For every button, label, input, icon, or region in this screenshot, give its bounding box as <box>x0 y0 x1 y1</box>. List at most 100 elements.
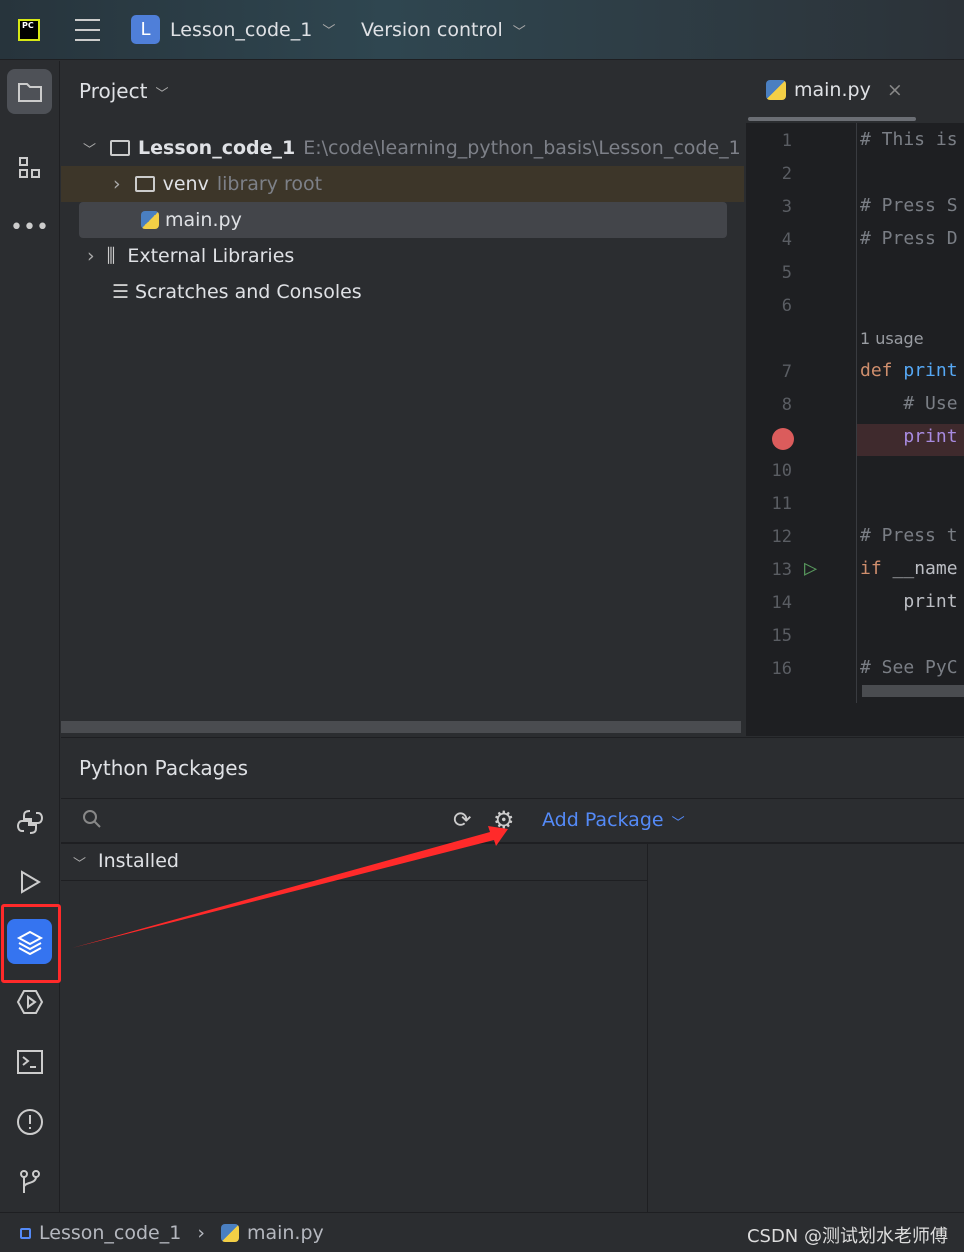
code-line: # See PyC <box>860 657 958 678</box>
installed-group[interactable]: ﹀ Installed <box>73 850 179 872</box>
editor: main.py × 1 # This is 2 3 # Press S 4 # Press … <box>746 61 964 736</box>
services-icon <box>16 989 43 1014</box>
close-icon[interactable]: × <box>887 79 903 101</box>
breakpoint-icon[interactable] <box>772 428 794 450</box>
chevron-down-icon: ﹀ <box>512 24 526 40</box>
chevron-right-icon: › <box>113 173 121 195</box>
services-button[interactable] <box>7 979 52 1024</box>
editor-scrollbar[interactable] <box>862 685 964 697</box>
panel-title: Project <box>79 79 148 103</box>
project-selector[interactable]: L Lesson_code_1 ﹀ <box>131 15 335 44</box>
tree-hint: E:\code\learning_python_basis\Lesson_cod… <box>303 137 741 159</box>
git-button[interactable] <box>7 1159 52 1204</box>
run-button[interactable] <box>7 859 52 904</box>
code-text: # Press t <box>860 525 958 546</box>
project-view-selector[interactable]: Project ﹀ <box>79 79 168 103</box>
python-file-icon <box>141 211 159 229</box>
code-line: # Press S <box>860 195 958 216</box>
code-line: # This is <box>860 129 958 150</box>
code-text: __name <box>892 558 958 579</box>
folder-icon <box>110 140 131 156</box>
line-number: 3 <box>781 197 792 217</box>
tree-item-project-root[interactable]: ﹀ Lesson_code_1 E:\code\learning_python_… <box>83 130 741 166</box>
chevron-down-icon: ﹀ <box>671 816 685 831</box>
line-number: 10 <box>771 461 792 481</box>
tree-label: External Libraries <box>127 245 295 267</box>
line-number: 12 <box>771 527 792 547</box>
chevron-right-icon: › <box>197 1222 205 1244</box>
scratches-icon: ☰ <box>112 281 130 303</box>
tree-item-venv[interactable]: › venv library root <box>61 166 744 202</box>
add-package-button[interactable]: Add Package ﹀ <box>542 809 685 831</box>
breadcrumb-file[interactable]: main.py <box>247 1222 324 1244</box>
tree-item-external-libraries[interactable]: › ⫼ External Libraries <box>87 238 294 274</box>
terminal-button[interactable] <box>7 1039 52 1084</box>
layers-icon <box>16 930 43 955</box>
code-line: print <box>860 591 958 612</box>
chevron-down-icon: ﹀ <box>73 857 87 872</box>
breadcrumb-project[interactable]: Lesson_code_1 <box>39 1222 181 1244</box>
python-file-icon <box>220 1224 239 1242</box>
code-text: # Press S <box>860 195 958 216</box>
folder-icon <box>17 82 42 102</box>
problems-button[interactable] <box>7 1099 52 1144</box>
line-number: 6 <box>781 296 792 316</box>
project-panel: Project ﹀ ﹀ Lesson_code_1 E:\code\learnin… <box>61 61 744 736</box>
editor-tab-main-py[interactable]: main.py × <box>766 79 903 101</box>
chevron-down-icon: ﹀ <box>155 87 169 102</box>
code-text: print <box>860 591 958 612</box>
installed-label: Installed <box>98 850 179 872</box>
code-line: def print <box>860 360 958 381</box>
line-number: 4 <box>781 230 792 250</box>
line-number: 8 <box>781 395 792 415</box>
run-icon <box>20 869 41 894</box>
breadcrumb: Lesson_code_1 › main.py <box>20 1222 324 1244</box>
tree-label: venv <box>162 173 209 195</box>
line-number: 5 <box>781 263 792 283</box>
watermark: CSDN @测试划水老师傅 <box>746 1226 948 1247</box>
line-number: 11 <box>771 494 792 514</box>
hamburger-icon[interactable] <box>75 19 100 41</box>
tree-hint: library root <box>216 173 323 195</box>
tree-item-scratches[interactable]: ☰ Scratches and Consoles <box>112 274 362 310</box>
code-text: # Press D <box>860 228 958 249</box>
python-packages-button[interactable] <box>7 919 52 964</box>
code-line: # Press D <box>860 228 958 249</box>
problems-icon <box>16 1108 43 1135</box>
line-number: 15 <box>771 626 792 646</box>
code-line: print <box>860 426 957 447</box>
tree-label: main.py <box>165 209 242 231</box>
folder-icon <box>134 176 155 192</box>
tree-item-main-py[interactable]: main.py <box>79 202 727 238</box>
package-search-input[interactable] <box>81 808 441 838</box>
settings-gear-icon[interactable]: ⚙ <box>493 806 515 834</box>
run-gutter-icon[interactable]: ▷ <box>804 556 817 581</box>
python-console-button[interactable] <box>7 799 52 844</box>
structure-icon <box>18 156 40 178</box>
project-tool-button[interactable] <box>7 69 52 114</box>
tree-label: Lesson_code_1 <box>138 137 296 159</box>
python-packages-panel: Python Packages ⟳ ⚙ Add Package ﹀ ﹀ Insta… <box>61 737 964 1214</box>
line-number: 7 <box>781 362 792 382</box>
usage-hint[interactable]: 1 usage <box>860 329 924 348</box>
line-number: 1 <box>781 131 792 151</box>
horizontal-scrollbar[interactable] <box>61 721 741 733</box>
code-line: # Use <box>860 393 957 414</box>
python-file-icon <box>766 80 786 100</box>
version-control-menu[interactable]: Version control ﹀ <box>361 19 526 41</box>
code-text: print <box>903 360 958 381</box>
code-text: # See PyC <box>860 657 958 678</box>
keyword: if <box>860 558 893 579</box>
refresh-icon[interactable]: ⟳ <box>453 808 471 833</box>
line-number: 2 <box>781 164 792 184</box>
library-icon: ⫼ <box>106 245 116 267</box>
search-icon <box>83 810 101 828</box>
pycharm-logo[interactable]: PC <box>18 19 40 41</box>
title-bar: PC L Lesson_code_1 ﹀ Version control ﹀ <box>0 0 964 60</box>
tree-label: Scratches and Consoles <box>135 281 362 303</box>
chevron-down-icon: ﹀ <box>322 24 336 39</box>
module-icon <box>20 1227 31 1239</box>
code-line: if __name <box>860 558 958 579</box>
structure-tool-button[interactable] <box>7 145 52 190</box>
more-icon[interactable]: ••• <box>7 205 52 250</box>
